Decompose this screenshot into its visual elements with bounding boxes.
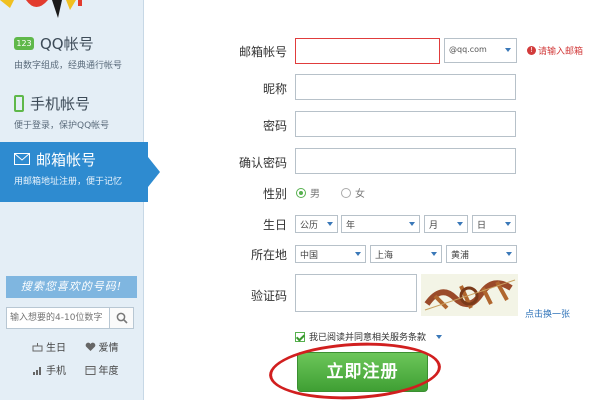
captcha-input[interactable] (295, 274, 417, 312)
select-value: 日 (477, 221, 487, 231)
chevron-down-icon (327, 222, 333, 226)
city-select[interactable]: 上海 (370, 245, 442, 263)
chevron-down-icon (431, 252, 437, 256)
district-select[interactable]: 黄浦 (446, 245, 517, 263)
select-value: 月 (429, 221, 439, 231)
select-value: 上海 (375, 251, 394, 261)
checkbox-checked-icon[interactable] (295, 331, 305, 342)
email-error-tip: ! 请输入邮箱 (527, 44, 583, 57)
sidebar-item-title: 邮箱帐号 (14, 148, 148, 170)
sidebar-item-subtitle: 由数字组成，经典通行帐号 (14, 61, 123, 71)
sidebar-item-subtitle: 用邮箱地址注册，便于记忆 (14, 177, 123, 187)
phone-icon (14, 94, 24, 112)
radio-icon (341, 187, 351, 198)
number-search-panel: 搜索您喜欢的号码! 生日 爱情 (6, 276, 137, 386)
chevron-down-icon (505, 48, 511, 52)
captcha-label: 验证码 (250, 289, 287, 303)
birth-year-select[interactable]: 年 (341, 215, 420, 233)
chevron-down-icon (457, 222, 463, 226)
number-category-tags: 生日 爱情 手机 年度 (6, 339, 137, 377)
birth-day-select[interactable]: 日 (472, 215, 516, 233)
number-badge-icon: 123 (14, 36, 34, 50)
sidebar-item-qq-account[interactable]: 123 QQ帐号 由数字组成，经典通行帐号 (0, 26, 143, 86)
calendar-icon (85, 365, 95, 375)
captcha-graphic-icon (424, 279, 516, 311)
country-select[interactable]: 中国 (295, 245, 366, 263)
location-label: 所在地 (250, 248, 287, 262)
terms-agreement[interactable]: 我已阅读并同意相关服务条款 (295, 330, 443, 343)
select-value: 年 (346, 221, 356, 231)
password-label: 密码 (262, 119, 287, 133)
terms-text: 我已阅读并同意相关服务条款 (309, 333, 427, 343)
sidebar-item-subtitle: 便于登录，保护QQ帐号 (14, 121, 110, 131)
gender-female-label: 女 (355, 189, 365, 200)
heart-icon (85, 342, 95, 351)
tag-year[interactable]: 年度 (85, 362, 138, 377)
tag-label: 爱情 (98, 343, 119, 354)
tag-love[interactable]: 爱情 (85, 339, 138, 354)
email-label: 邮箱帐号 (238, 45, 287, 59)
gender-male-radio[interactable]: 男 (296, 185, 320, 200)
email-domain-value: @qq.com (449, 45, 487, 54)
sidebar-item-label: QQ帐号 (40, 34, 94, 53)
captcha-refresh-link[interactable]: 点击换一张 (525, 307, 570, 320)
calendar-type-select[interactable]: 公历 (295, 215, 338, 233)
signal-icon (33, 366, 41, 375)
tag-label: 生日 (46, 343, 66, 354)
sidebar-item-email-account[interactable]: 邮箱帐号 用邮箱地址注册，便于记忆 (0, 142, 160, 202)
tag-phone[interactable]: 手机 (32, 362, 85, 377)
tag-label: 手机 (46, 366, 66, 377)
mail-icon (14, 153, 30, 165)
email-error-text: 请输入邮箱 (538, 47, 584, 57)
password-input[interactable] (295, 111, 516, 137)
chevron-down-icon (409, 222, 415, 226)
email-domain-select[interactable]: @qq.com (444, 38, 517, 63)
birth-month-select[interactable]: 月 (424, 215, 468, 233)
email-input[interactable] (295, 38, 440, 64)
chevron-down-icon (355, 252, 361, 256)
qq-logo-art-icon (0, 0, 82, 18)
gender-male-label: 男 (310, 189, 320, 200)
search-panel-title: 搜索您喜欢的号码! (6, 276, 137, 298)
confirm-password-input[interactable] (295, 148, 516, 174)
chevron-down-icon (505, 222, 511, 226)
number-search-input[interactable] (6, 307, 110, 329)
chevron-down-icon (506, 252, 512, 256)
search-icon (116, 312, 128, 324)
select-value: 中国 (300, 251, 319, 261)
sidebar-item-label: 手机帐号 (30, 94, 91, 113)
search-button[interactable] (110, 307, 134, 329)
sidebar-item-title: 手机帐号 (14, 92, 143, 114)
nickname-input[interactable] (295, 74, 516, 100)
sidebar-item-title: 123 QQ帐号 (14, 32, 143, 54)
captcha-image[interactable] (421, 274, 518, 316)
error-icon: ! (527, 46, 536, 55)
nickname-label: 昵称 (262, 82, 287, 96)
cake-icon (32, 342, 43, 351)
sidebar-item-label: 邮箱帐号 (36, 150, 97, 169)
select-value: 黄浦 (451, 251, 470, 261)
sidebar-item-phone-account[interactable]: 手机帐号 便于登录，保护QQ帐号 (0, 86, 143, 146)
gender-female-radio[interactable]: 女 (341, 185, 365, 200)
tag-birthday[interactable]: 生日 (32, 339, 85, 354)
gender-label: 性别 (262, 187, 287, 201)
birthday-label: 生日 (262, 218, 287, 232)
tag-label: 年度 (98, 366, 119, 377)
chevron-down-icon[interactable] (436, 334, 443, 339)
confirm-password-label: 确认密码 (238, 156, 287, 170)
radio-selected-icon (296, 187, 306, 198)
sidebar: 123 QQ帐号 由数字组成，经典通行帐号 手机帐号 便于登录，保护QQ帐号 邮… (0, 0, 160, 400)
search-row (6, 307, 137, 329)
register-button[interactable]: 立即注册 (297, 352, 428, 392)
select-value: 公历 (300, 221, 319, 231)
